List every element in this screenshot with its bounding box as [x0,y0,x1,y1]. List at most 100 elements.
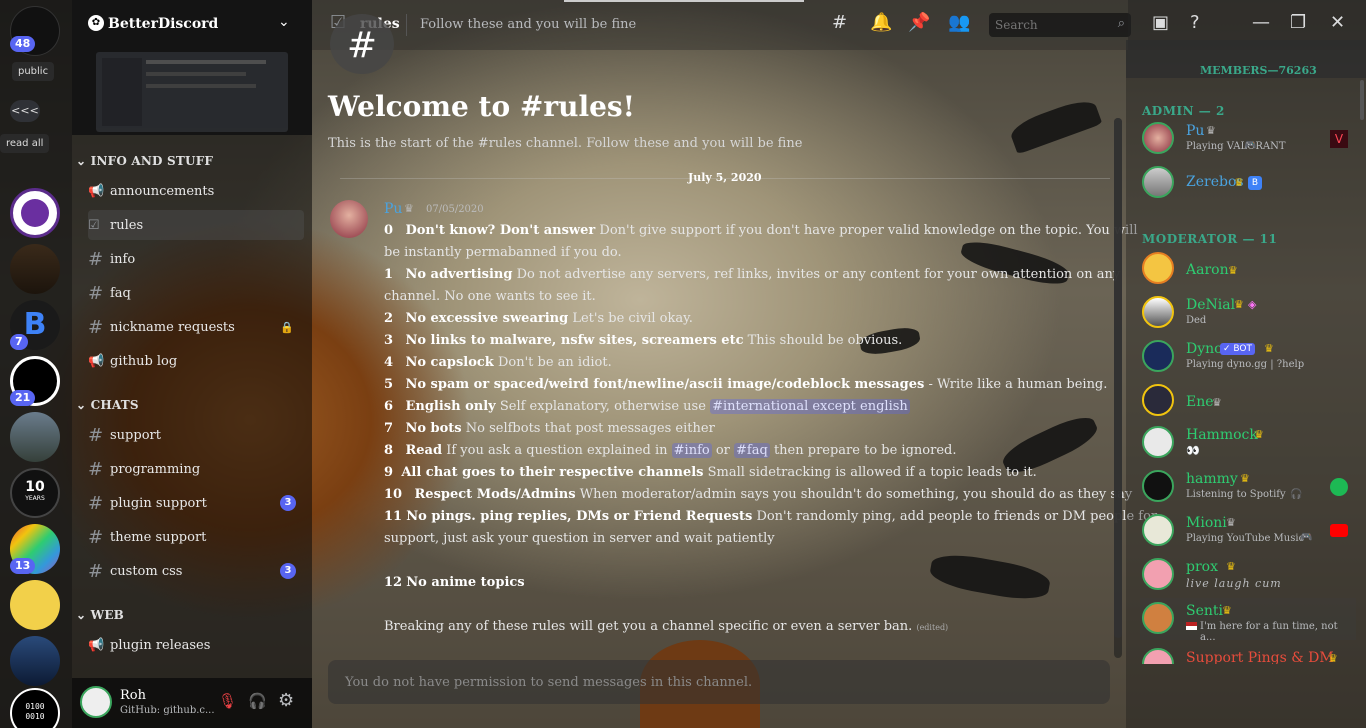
avatar [1142,558,1174,590]
member-item[interactable]: Ene ♛ [1140,380,1356,422]
search-input[interactable] [989,13,1099,37]
header-topic[interactable]: Follow these and you will be fine [420,17,636,32]
rule-line: 12 No anime topics [384,575,525,590]
server-icon-purple[interactable] [10,188,60,238]
member-item[interactable]: DeNial ♛ ◈ Ded [1140,292,1356,334]
chat-scrollbar[interactable] [1114,118,1122,658]
server-icon-portrait[interactable] [10,244,60,294]
avatar [1142,122,1174,154]
background-bat-decoration [1007,95,1103,155]
mute-mic-icon[interactable]: 🎙 [218,692,237,710]
collapse-button[interactable]: <<< [10,100,40,122]
avatar [1142,252,1174,284]
channel-custom-css[interactable]: # custom css 3 [88,556,304,586]
channel-faq[interactable]: # faq [88,278,304,308]
category-info-and-stuff[interactable]: ⌄ INFO AND STUFF [76,154,213,168]
member-scrollbar[interactable] [1360,80,1364,120]
pin-icon[interactable]: 📌 [908,12,930,33]
channel-plugin-releases[interactable]: 📢 plugin releases [88,630,304,660]
crown-icon: ♛ [1254,428,1264,441]
members-icon[interactable]: 👥 [948,12,970,33]
gear-icon[interactable]: ⚙ [278,690,294,711]
channel-plugin-support[interactable]: # plugin support 3 [88,488,304,518]
public-pill[interactable]: public [12,62,55,81]
inbox-icon[interactable]: ▣ [1152,12,1169,33]
avatar [1142,340,1174,372]
minimize-icon[interactable]: — [1252,12,1270,33]
channel-programming[interactable]: # programming [88,454,304,484]
chevron-down-icon[interactable]: ⌄ [278,14,290,30]
rule-continuation: channel. No one wants to see it. [384,289,596,304]
guild-name: BetterDiscord [108,16,219,32]
member-item[interactable]: Mioni ♛ Playing YouTube Music 🎮 [1140,510,1356,552]
crown-icon: ♛ [1240,472,1250,485]
background-bat-decoration [927,549,1053,605]
bd-badge-icon: B [1248,176,1262,190]
home-badge: 48 [10,36,36,52]
avatar[interactable] [330,200,368,238]
crown-icon: ♛ [1206,124,1216,137]
channel-mention[interactable]: #international except english [710,399,910,414]
member-section-moderator: MODERATOR — 11 [1142,232,1278,246]
rule-continuation: support, just ask your question in serve… [384,531,775,546]
message-footer: Breaking any of these rules will get you… [384,619,949,634]
close-icon[interactable]: ✕ [1330,12,1345,33]
category-web[interactable]: ⌄ WEB [76,608,124,622]
member-item[interactable]: Aaron ♛ [1140,248,1356,290]
avatar [1142,648,1174,664]
channel-mention[interactable]: #faq [734,443,770,458]
member-item[interactable]: Pu ♛ Playing VALORANT 🎮 V [1140,118,1356,160]
member-item[interactable]: Senti ♛ I'm here for a fun time, not a..… [1140,598,1356,643]
hash-icon: # [88,282,104,304]
unread-count-badge: 3 [280,495,296,511]
server-icon-smile[interactable] [10,580,60,630]
crown-icon: ♛ [1234,176,1244,189]
threads-icon[interactable]: # [832,12,847,33]
spotify-icon [1330,478,1348,496]
server-badge: 13 [10,558,36,574]
avatar[interactable] [80,686,112,718]
member-item[interactable]: Hammock ♛ 👀 [1140,422,1356,464]
channel-nickname-requests[interactable]: # nickname requests 🔒 [88,312,304,342]
channel-mention[interactable]: #info [671,443,712,458]
channel-announcements[interactable]: 📢 announcements [88,176,304,206]
member-item[interactable]: hammy ♛ Listening to Spotify 🎧 [1140,466,1356,508]
bell-icon[interactable]: 🔔 [870,12,892,33]
server-icon-scenery[interactable] [10,412,60,462]
channel-rules[interactable]: ☑ rules [88,210,304,240]
rule-line: 10 Respect Mods/Admins When moderator/ad… [384,487,1133,502]
category-chats[interactable]: ⌄ CHATS [76,398,139,412]
maximize-icon[interactable]: ❐ [1290,12,1306,33]
server-icon-anniversary[interactable]: 10 YEARS [10,468,60,518]
rule-line: 7 No bots No selfbots that post messages… [384,421,715,436]
headphones-icon: 🎧 [1290,489,1303,500]
server-icon-blue[interactable] [10,636,60,686]
rule-line: 1 No advertising Do not advertise any se… [384,267,1121,282]
rule-continuation: be instantly permabanned if you do. [384,245,622,260]
read-all-button[interactable]: read all [0,134,50,153]
member-item[interactable]: Support Pings & DM ♛ [1140,644,1356,664]
member-item[interactable]: prox ♛ live laugh cum [1140,554,1356,596]
member-item[interactable]: Zerebos ♛ B [1140,162,1356,204]
crown-icon: ♛ [1222,604,1232,617]
guild-banner[interactable]: ✿ BetterDiscord ⌄ [72,0,312,135]
user-panel: Roh GitHub: github.c... 🎙 🎧 ⚙ [72,678,312,728]
server-icon-binary[interactable]: 0100 0010 [10,688,60,728]
youtube-icon [1330,524,1348,537]
deafen-headphones-icon[interactable]: 🎧 [248,692,267,710]
channel-theme-support[interactable]: # theme support [88,522,304,552]
crown-icon: ♛ [404,202,414,215]
search-box[interactable]: ⌕ [989,13,1131,37]
member-item[interactable]: Dyno ✓ BOT ♛ Playing dyno.gg | ?help [1140,336,1356,378]
help-icon[interactable]: ? [1190,12,1200,33]
channel-support[interactable]: # support [88,420,304,450]
channel-github-log[interactable]: 📢 github log [88,346,304,376]
server-badge: 7 [10,334,28,350]
message-author[interactable]: Pu [384,201,402,217]
rule-line: 6 English only Self explanatory, otherwi… [384,399,910,414]
search-icon: ⌕ [1117,16,1125,31]
message-composer[interactable]: You do not have permission to send messa… [328,660,1110,704]
crown-icon: ♛ [1264,342,1274,355]
channel-info[interactable]: # info [88,244,304,274]
avatar [1142,384,1174,416]
